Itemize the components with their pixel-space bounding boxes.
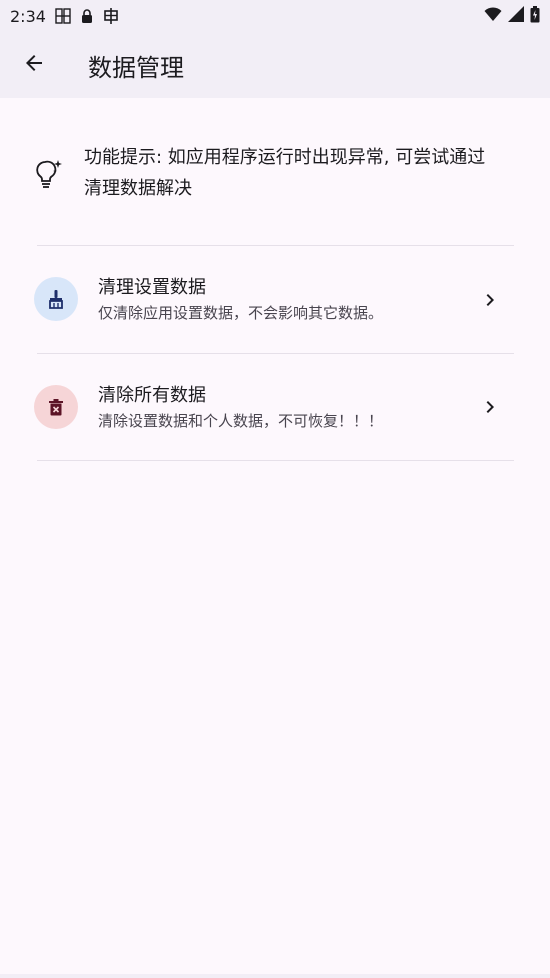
delete-icon xyxy=(34,385,78,429)
navigation-bar xyxy=(0,974,550,978)
item-subtitle: 仅清除应用设置数据，不会影响其它数据。 xyxy=(98,303,384,322)
status-bar: 2:34 xyxy=(0,0,550,32)
item-texts: 清除所有数据 清除设置数据和个人数据，不可恢复！！！ xyxy=(98,354,383,461)
arrow-back-icon xyxy=(22,51,46,79)
item-subtitle: 清除设置数据和个人数据，不可恢复！！！ xyxy=(98,411,384,430)
chevron-right-icon xyxy=(478,288,502,312)
page-title: 数据管理 xyxy=(88,53,184,82)
tip-text: 功能提示: 如应用程序运行时出现异常, 可尝试通过清理数据解决 xyxy=(84,147,486,199)
back-button[interactable] xyxy=(10,41,58,89)
app-bar: 数据管理 xyxy=(0,32,550,98)
wifi-icon xyxy=(484,6,502,26)
divider xyxy=(37,460,514,461)
broom-icon xyxy=(34,277,78,321)
signal-icon xyxy=(508,6,524,26)
notification-icon xyxy=(54,7,72,25)
debug-icon xyxy=(102,7,120,25)
chevron-right-icon xyxy=(478,395,502,419)
battery-icon xyxy=(530,5,540,27)
status-time: 2:34 xyxy=(10,6,46,26)
lightbulb-icon xyxy=(32,156,64,188)
clear-all-data-item[interactable]: 清除所有数据 清除设置数据和个人数据，不可恢复！！！ xyxy=(0,354,550,461)
item-title: 清理设置数据 xyxy=(98,276,206,298)
lock-icon xyxy=(80,8,94,24)
clear-settings-data-item[interactable]: 清理设置数据 仅清除应用设置数据，不会影响其它数据。 xyxy=(0,246,550,353)
item-texts: 清理设置数据 仅清除应用设置数据，不会影响其它数据。 xyxy=(98,246,383,353)
tip-card: 功能提示: 如应用程序运行时出现异常, 可尝试通过清理数据解决 xyxy=(32,142,502,204)
item-title: 清除所有数据 xyxy=(98,384,206,406)
